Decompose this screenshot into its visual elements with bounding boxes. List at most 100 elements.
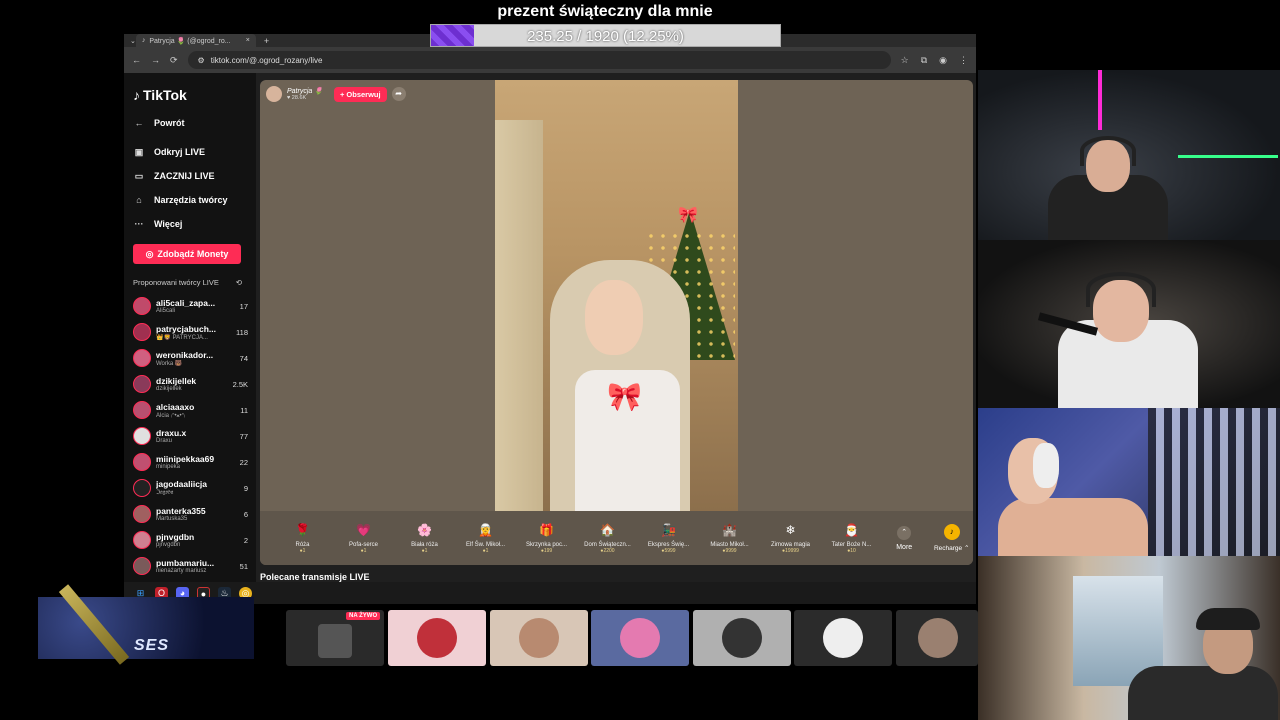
- gift-item[interactable]: ❄ Zimowa magia ●19999: [760, 522, 821, 554]
- chevron-up-icon: ⌃: [897, 525, 912, 540]
- menu-kebab-icon[interactable]: ⋮: [959, 55, 968, 66]
- nav-creator-tools[interactable]: ⌂ Narzędzia twórcy: [133, 188, 256, 212]
- extensions-icon[interactable]: ⧉: [921, 55, 927, 66]
- live-thumbnail[interactable]: NA ŻYWO: [286, 610, 384, 666]
- gift-item[interactable]: 🎁 Skrzynka poc... ●199: [516, 522, 577, 554]
- gift-item[interactable]: 🏠 Dom Świąteczn... ●2200: [577, 522, 638, 554]
- share-icon[interactable]: ➦: [391, 87, 406, 101]
- profile-icon[interactable]: ◉: [939, 55, 947, 66]
- gift-item[interactable]: 💗 Pofa-serce ●1: [333, 522, 394, 554]
- new-tab-button[interactable]: +: [264, 36, 269, 46]
- bookmark-star-icon[interactable]: ☆: [901, 55, 909, 66]
- creator-info: weronikador... Worka 🐻: [156, 350, 240, 367]
- knife-icon: [58, 584, 130, 665]
- gift-item[interactable]: 🧝 Elf Św. Mikoł... ●1: [455, 522, 516, 554]
- more-gifts-button[interactable]: ⌃ More: [882, 525, 926, 551]
- tiktok-coin-icon: ♪: [943, 524, 960, 540]
- ad-text: SES: [134, 637, 170, 654]
- gift-price: ●1: [482, 548, 489, 554]
- creator-row[interactable]: panterka355 Martuska35 6: [133, 501, 256, 527]
- url-field[interactable]: ⚙ tiktok.com/@.ogrod_rozany/live: [187, 51, 891, 69]
- site-info-icon[interactable]: ⚙: [198, 56, 205, 65]
- creator-info: pjnvgdbn pjnvgdbn: [156, 532, 244, 548]
- creator-row[interactable]: pumbamariu... nienażarty mariusz 51: [133, 553, 256, 579]
- creator-row[interactable]: patrycjabuch... 👑🦁 PATRYCJA... 118: [133, 319, 256, 345]
- live-thumbnail[interactable]: [693, 610, 791, 666]
- thumb-avatar: [823, 618, 863, 658]
- creator-row[interactable]: jagodaaliicja ℑ𝔞𝔤𝔬𝔡𝔞 9: [133, 475, 256, 501]
- live-thumbnail[interactable]: [388, 610, 486, 666]
- headset-icon: [1033, 443, 1059, 488]
- creator-info: draxu.x Draxu: [156, 428, 240, 444]
- gift-item[interactable]: 🏰 Miasto Mikoł... ●9999: [699, 522, 760, 554]
- live-thumbnail[interactable]: [591, 610, 689, 666]
- webcam-2: [978, 240, 1280, 408]
- creator-row[interactable]: draxu.x Draxu 77: [133, 423, 256, 449]
- nav-discover-live[interactable]: ▣ Odkryj LIVE: [133, 140, 256, 164]
- live-thumbnail[interactable]: [896, 610, 978, 666]
- tab-close-icon[interactable]: ×: [246, 37, 250, 44]
- creator-name: miinipekkaa69: [156, 454, 215, 464]
- get-coins-button[interactable]: ◎ Zdobądź Monety: [133, 244, 241, 264]
- thumb-preview: [318, 624, 352, 658]
- creator-nickname: minipeka: [156, 464, 181, 470]
- tab-list-icon[interactable]: ⌄: [130, 37, 136, 45]
- gift-price: ●10: [847, 548, 856, 554]
- creator-nickname: Worka 🐻: [156, 360, 183, 367]
- creator-avatar: [133, 297, 151, 315]
- creator-name: ali5cali_zapa...: [156, 298, 216, 308]
- creator-info: pumbamariu... nienażarty mariusz: [156, 558, 240, 574]
- nav-back[interactable]: ← Powrót: [133, 111, 256, 135]
- host-name[interactable]: Patrycja 🌷: [287, 87, 323, 95]
- nav-label: ZACZNIJ LIVE: [154, 171, 215, 181]
- more-dots-icon: ···: [134, 219, 144, 229]
- thumb-avatar: [519, 618, 559, 658]
- host-avatar[interactable]: [266, 86, 282, 102]
- forward-icon[interactable]: →: [151, 55, 160, 65]
- case-ad-card[interactable]: SES: [38, 584, 254, 665]
- tiktok-logo[interactable]: ♪ TikTok: [133, 87, 256, 103]
- creator-viewer-count: 2.5K: [232, 379, 248, 389]
- creator-nickname: Alcia ₍ᐢ•ﻌ•ᐢ₎: [156, 412, 186, 419]
- creator-row[interactable]: alciaaaxo Alcia ₍ᐢ•ﻌ•ᐢ₎ 11: [133, 397, 256, 423]
- nav-start-live[interactable]: ▭ ZACZNIJ LIVE: [133, 164, 256, 188]
- gift-price: ●2200: [600, 548, 615, 554]
- nav-label: Powrót: [154, 118, 185, 128]
- live-thumbnail[interactable]: [490, 610, 588, 666]
- creator-info: panterka355 Martuska35: [156, 506, 244, 522]
- follow-button[interactable]: + Obserwuj: [333, 86, 387, 102]
- live-thumbnail[interactable]: [794, 610, 892, 666]
- creator-row[interactable]: pjnvgdbn pjnvgdbn 2: [133, 527, 256, 553]
- gift-icon: 🌹: [295, 523, 310, 537]
- reload-icon[interactable]: ⟳: [170, 55, 178, 66]
- headset-icon: [1086, 272, 1156, 307]
- refresh-icon[interactable]: ⟲: [236, 278, 242, 287]
- creator-row[interactable]: weronikador... Worka 🐻 74: [133, 345, 256, 371]
- more-label: More: [896, 543, 913, 551]
- gift-item[interactable]: 🌸 Biała róża ●1: [394, 522, 455, 554]
- gift-item[interactable]: 🎅 Tater Boże N... ●10: [821, 522, 882, 554]
- nav-more[interactable]: ··· Więcej: [133, 212, 256, 236]
- coins-label: Zdobądź Monety: [157, 249, 229, 259]
- recommended-heading: Polecane transmisje LIVE: [260, 572, 370, 582]
- creator-row[interactable]: ali5cali_zapa... Ali5cali 17: [133, 293, 256, 319]
- browser-tab[interactable]: ♪ Patrycja 🌷 (@ogrod_ro... ×: [135, 34, 256, 47]
- creator-name: weronikador...: [156, 349, 214, 360]
- creator-info: patrycjabuch... 👑🦁 PATRYCJA...: [156, 324, 236, 341]
- nav-label: Odkryj LIVE: [154, 147, 206, 157]
- cap-icon: [1196, 608, 1260, 630]
- recharge-button[interactable]: ♪ Recharge ⌃: [930, 524, 973, 552]
- creator-row[interactable]: dzikijellek dzikijellek 2.5K: [133, 371, 256, 397]
- streamer-face: [585, 280, 643, 355]
- recharge-label: Recharge ⌃: [933, 545, 970, 552]
- creator-info: miinipekkaa69 minipeka: [156, 454, 240, 470]
- logo-text: TikTok: [143, 87, 187, 103]
- live-video[interactable]: 🎀 🎀: [495, 80, 738, 511]
- neon-light: [1178, 155, 1278, 158]
- creator-row[interactable]: miinipekkaa69 minipeka 22: [133, 449, 256, 475]
- creator-viewer-count: 17: [239, 301, 248, 311]
- back-icon[interactable]: ←: [132, 55, 141, 65]
- url-text: tiktok.com/@.ogrod_rozany/live: [210, 55, 323, 65]
- gift-item[interactable]: 🚂 Ekspres Świę... ●5999: [638, 522, 699, 554]
- gift-item[interactable]: 🌹 Róża ●1: [272, 522, 333, 554]
